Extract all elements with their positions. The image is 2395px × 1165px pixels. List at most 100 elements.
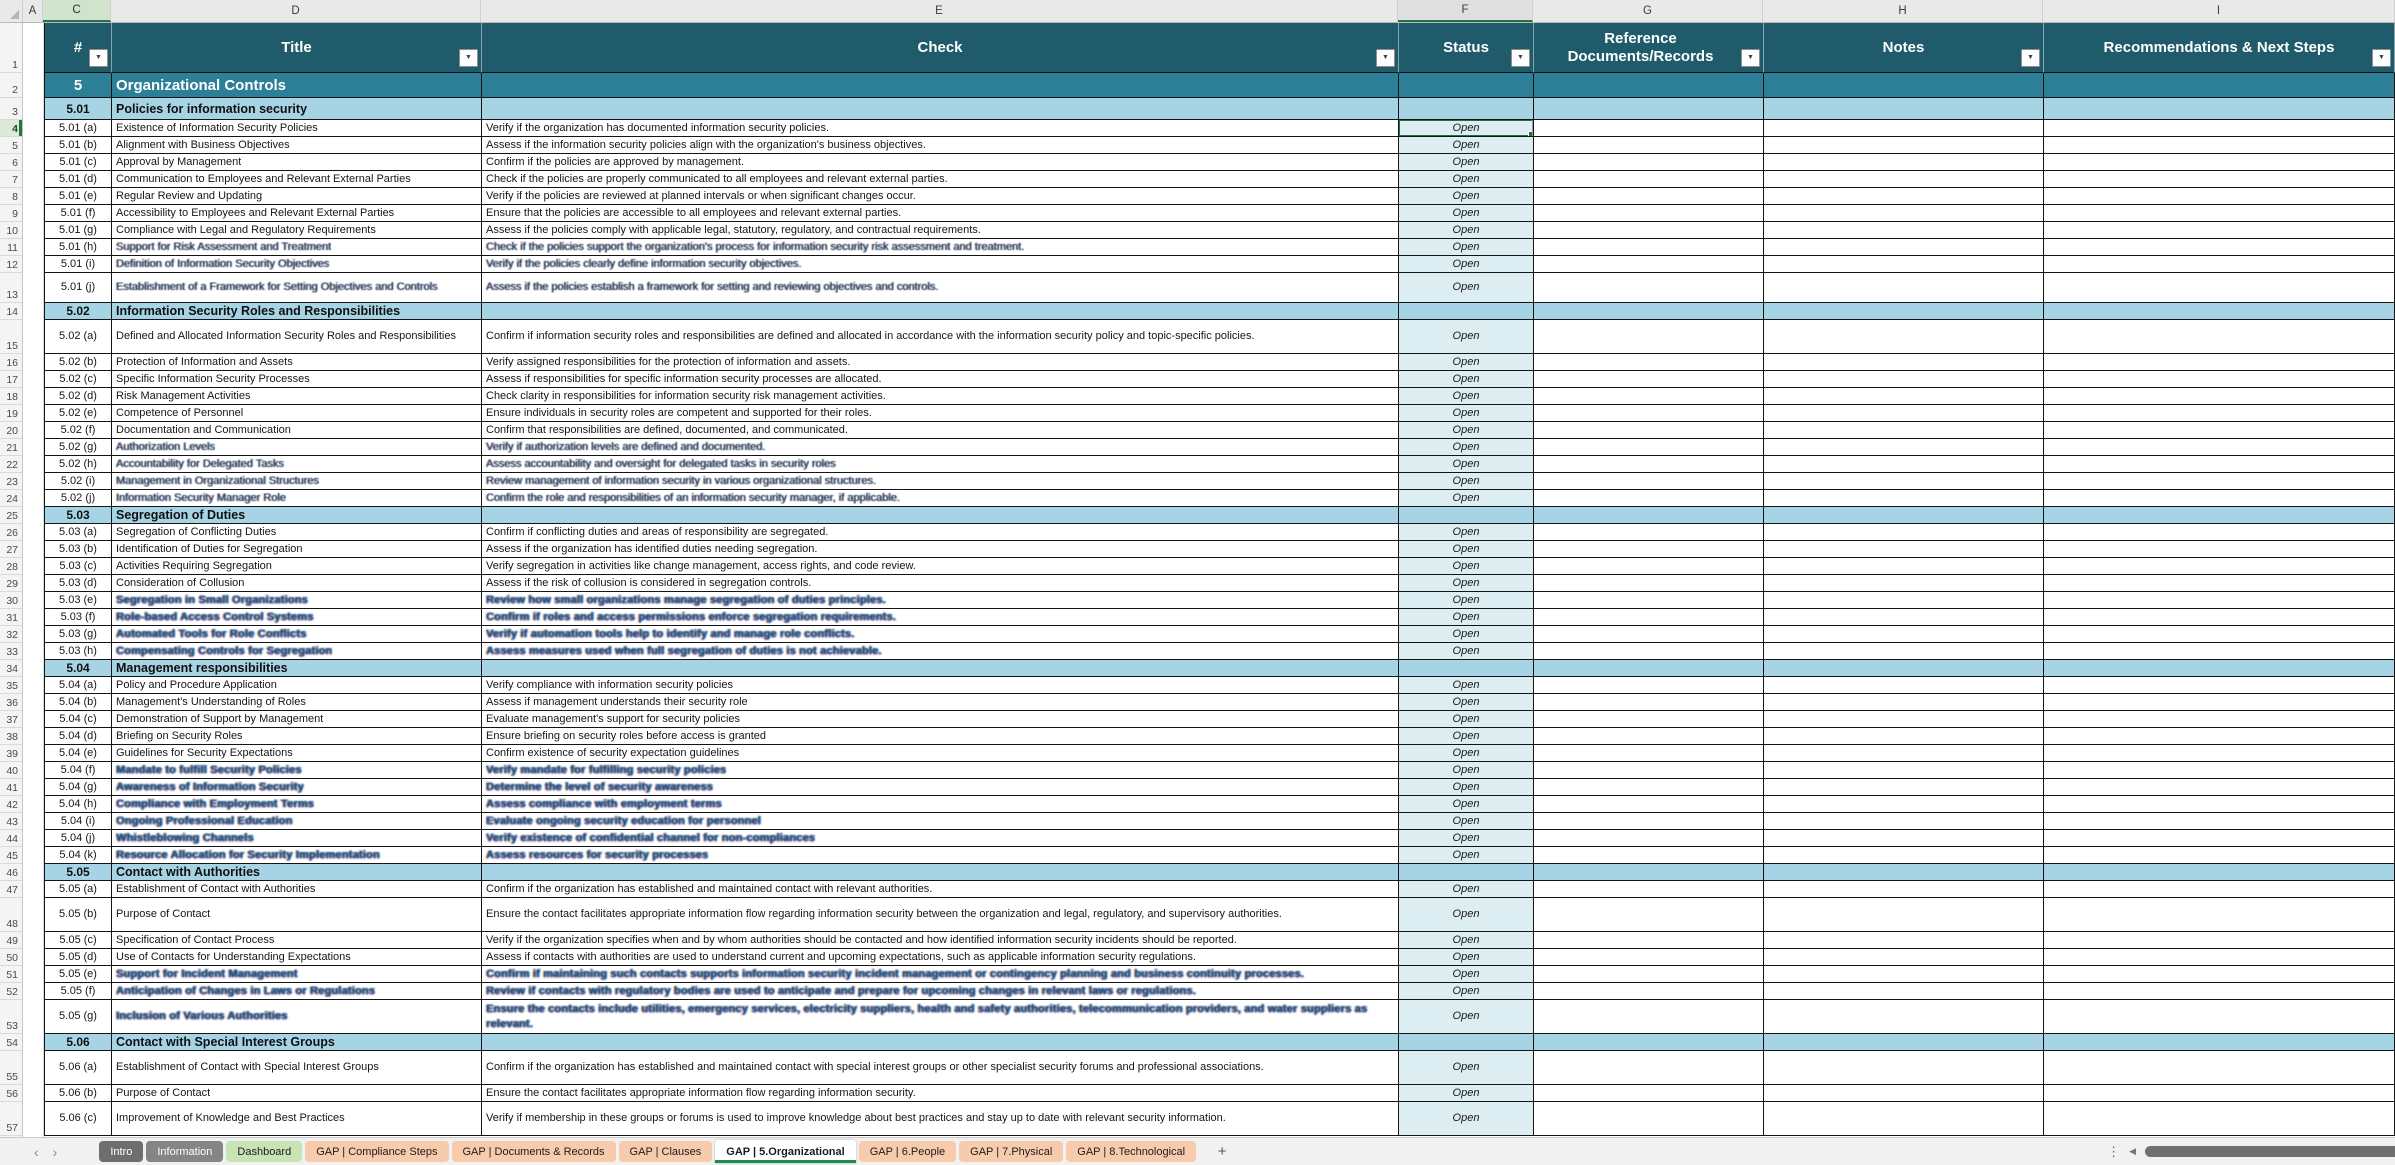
- row-number-18[interactable]: 18: [0, 388, 22, 405]
- cell-notes[interactable]: [1764, 796, 2044, 813]
- cell-reference[interactable]: [1534, 222, 1764, 239]
- cell-status[interactable]: Open: [1399, 171, 1534, 188]
- cell-title[interactable]: Ongoing Professional Education: [112, 813, 482, 830]
- filter-dropdown-icon[interactable]: ▼: [1511, 49, 1530, 67]
- cell-status[interactable]: Open: [1399, 205, 1534, 222]
- cell-check[interactable]: Verify existence of confidential channel…: [482, 830, 1399, 847]
- cell-reference[interactable]: [1534, 949, 1764, 966]
- sheet-tab-dashboard[interactable]: Dashboard: [226, 1141, 302, 1162]
- cell-reference[interactable]: [1534, 643, 1764, 660]
- row-number-57[interactable]: 57: [0, 1102, 22, 1136]
- cell-status[interactable]: Open: [1399, 188, 1534, 205]
- cell-notes[interactable]: [1764, 966, 2044, 983]
- cell-notes[interactable]: [1764, 1102, 2044, 1136]
- cell-notes[interactable]: [1764, 524, 2044, 541]
- cell-reference[interactable]: [1534, 1034, 1764, 1051]
- cell-title[interactable]: Authorization Levels: [112, 439, 482, 456]
- cell-notes[interactable]: [1764, 898, 2044, 932]
- cell-id[interactable]: 5.05 (g): [44, 1000, 112, 1034]
- cell-check[interactable]: Assess if the information security polic…: [482, 137, 1399, 154]
- cell-check[interactable]: Check if the policies support the organi…: [482, 239, 1399, 256]
- cell-title[interactable]: Communication to Employees and Relevant …: [112, 171, 482, 188]
- sheet-tab-gap-clauses[interactable]: GAP | Clauses: [619, 1141, 713, 1162]
- cell-id[interactable]: 5.01 (f): [44, 205, 112, 222]
- cell-recommendations[interactable]: [2044, 303, 2395, 320]
- row-number-7[interactable]: 7: [0, 171, 22, 188]
- cell-title[interactable]: Specification of Contact Process: [112, 932, 482, 949]
- cell-status[interactable]: Open▼: [1399, 120, 1534, 137]
- cell-status[interactable]: Open: [1399, 847, 1534, 864]
- cell-recommendations[interactable]: [2044, 762, 2395, 779]
- cell-status[interactable]: Open: [1399, 711, 1534, 728]
- cell-id[interactable]: 5.02 (f): [44, 422, 112, 439]
- cell-title[interactable]: Activities Requiring Segregation: [112, 558, 482, 575]
- cell-status[interactable]: [1399, 660, 1534, 677]
- row-number-35[interactable]: 35: [0, 677, 22, 694]
- cell-notes[interactable]: [1764, 273, 2044, 303]
- cell-notes[interactable]: [1764, 932, 2044, 949]
- cell-id[interactable]: 5.01 (d): [44, 171, 112, 188]
- cell-id[interactable]: 5.05 (f): [44, 983, 112, 1000]
- cell-id[interactable]: 5.04 (f): [44, 762, 112, 779]
- filter-dropdown-icon[interactable]: ▼: [459, 49, 478, 67]
- cell-check[interactable]: [482, 1034, 1399, 1051]
- cell-status[interactable]: [1399, 864, 1534, 881]
- cell-id[interactable]: 5.05: [44, 864, 112, 881]
- cell-check[interactable]: Verify segregation in activities like ch…: [482, 558, 1399, 575]
- cell-title[interactable]: Establishment of Contact with Special In…: [112, 1051, 482, 1085]
- row-number-14[interactable]: 14: [0, 303, 22, 320]
- row-number-48[interactable]: 48: [0, 898, 22, 932]
- row-number-2[interactable]: 2: [0, 73, 22, 98]
- row-number-40[interactable]: 40: [0, 762, 22, 779]
- cell-id[interactable]: 5.03 (h): [44, 643, 112, 660]
- cell-reference[interactable]: [1534, 677, 1764, 694]
- cell-recommendations[interactable]: [2044, 881, 2395, 898]
- cell-id[interactable]: 5.03 (d): [44, 575, 112, 592]
- cell-id[interactable]: 5.04 (j): [44, 830, 112, 847]
- header-cell-notes[interactable]: Notes▼: [1764, 23, 2044, 73]
- row-number-52[interactable]: 52: [0, 983, 22, 1000]
- row-number-6[interactable]: 6: [0, 154, 22, 171]
- cell-title[interactable]: Contact with Authorities: [112, 864, 482, 881]
- cell-status[interactable]: Open: [1399, 762, 1534, 779]
- cell-check[interactable]: Verify if authorization levels are defin…: [482, 439, 1399, 456]
- cell-check[interactable]: Ensure the contact facilitates appropria…: [482, 898, 1399, 932]
- cell-recommendations[interactable]: [2044, 830, 2395, 847]
- cell-check[interactable]: Verify compliance with information secur…: [482, 677, 1399, 694]
- cell-recommendations[interactable]: [2044, 1085, 2395, 1102]
- row-number-54[interactable]: 54: [0, 1034, 22, 1051]
- cell-title[interactable]: Demonstration of Support by Management: [112, 711, 482, 728]
- cell-recommendations[interactable]: [2044, 154, 2395, 171]
- cell-title[interactable]: Management in Organizational Structures: [112, 473, 482, 490]
- cell-id[interactable]: 5.06 (a): [44, 1051, 112, 1085]
- cell-title[interactable]: Regular Review and Updating: [112, 188, 482, 205]
- cell-status[interactable]: Open: [1399, 371, 1534, 388]
- row-number-10[interactable]: 10: [0, 222, 22, 239]
- cell-notes[interactable]: [1764, 439, 2044, 456]
- cell-reference[interactable]: [1534, 983, 1764, 1000]
- cell-notes[interactable]: [1764, 188, 2044, 205]
- row-number-26[interactable]: 26: [0, 524, 22, 541]
- cell-reference[interactable]: [1534, 98, 1764, 120]
- row-number-17[interactable]: 17: [0, 371, 22, 388]
- cell-check[interactable]: Assess if management understands their s…: [482, 694, 1399, 711]
- select-all-corner[interactable]: [0, 0, 23, 22]
- cell-title[interactable]: Purpose of Contact: [112, 898, 482, 932]
- row-number-25[interactable]: 25: [0, 507, 22, 524]
- cell-id[interactable]: 5.02 (g): [44, 439, 112, 456]
- cell-title[interactable]: Existence of Information Security Polici…: [112, 120, 482, 137]
- cell-title[interactable]: Contact with Special Interest Groups: [112, 1034, 482, 1051]
- cell-reference[interactable]: [1534, 796, 1764, 813]
- cell-id[interactable]: 5.06: [44, 1034, 112, 1051]
- cell-status[interactable]: Open: [1399, 354, 1534, 371]
- row-number-15[interactable]: 15: [0, 320, 22, 354]
- cell-check[interactable]: Assess if the policies establish a frame…: [482, 273, 1399, 303]
- cell-reference[interactable]: [1534, 371, 1764, 388]
- cell-check[interactable]: Confirm if information security roles an…: [482, 320, 1399, 354]
- cell-reference[interactable]: [1534, 388, 1764, 405]
- cell-title[interactable]: Approval by Management: [112, 154, 482, 171]
- cell-notes[interactable]: [1764, 354, 2044, 371]
- cell-title[interactable]: Competence of Personnel: [112, 405, 482, 422]
- row-number-41[interactable]: 41: [0, 779, 22, 796]
- cell-recommendations[interactable]: [2044, 575, 2395, 592]
